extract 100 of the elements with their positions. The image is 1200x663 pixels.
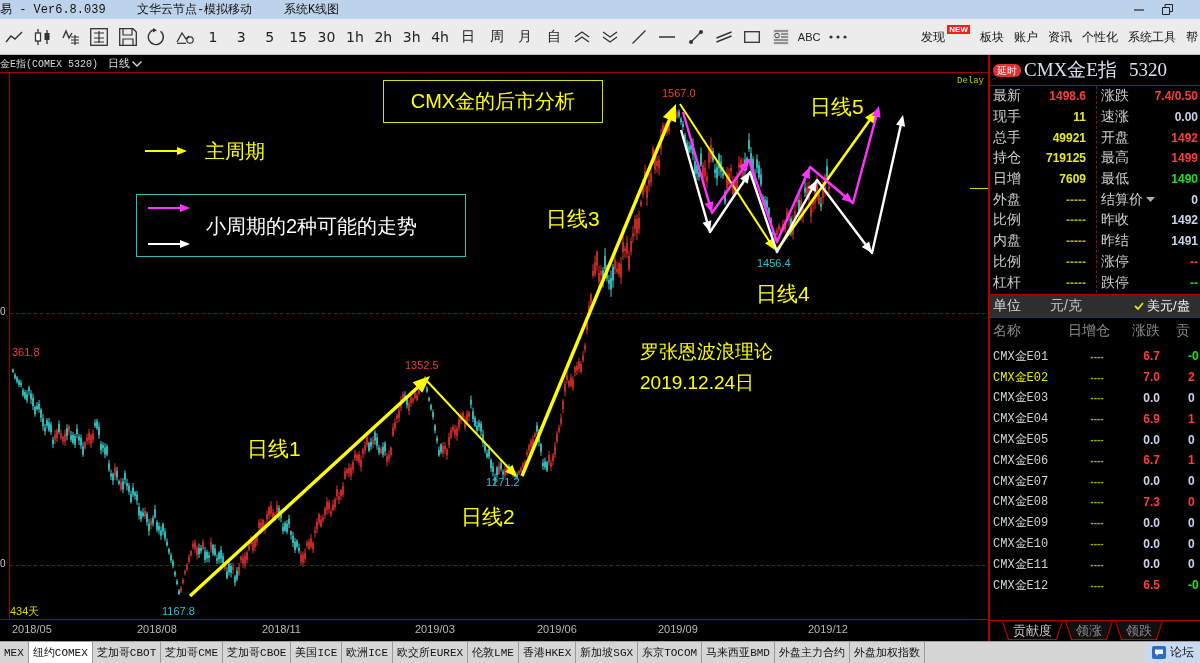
table-cell-text: 0 <box>1187 536 1195 551</box>
table-cell-text: ---- <box>1089 350 1104 362</box>
exchange-tab[interactable]: 欧洲ICE <box>342 642 394 663</box>
segment-icon[interactable] <box>688 29 703 44</box>
axis-label: 2019/03 <box>415 623 455 636</box>
more-icon[interactable] <box>828 34 847 39</box>
chevrons-down-icon[interactable] <box>602 30 619 43</box>
contract-name[interactable]: CMX金E03 <box>993 389 1049 407</box>
exchange-tab[interactable]: 芝加哥CME <box>161 642 224 663</box>
quote-label: 外盘 <box>993 190 1021 209</box>
exchange-tab[interactable]: 香港HKEX <box>518 642 577 663</box>
quote-value: 719125 <box>1045 151 1086 166</box>
table-cell-text: 0 <box>1187 432 1195 447</box>
menu-item[interactable]: 板块 <box>980 28 1004 45</box>
table-cell-text: 6.5 <box>1143 578 1161 593</box>
parallel-lines-icon[interactable] <box>715 30 732 43</box>
contract-title: CMX金E指 <box>1024 58 1117 82</box>
exchange-tab[interactable]: 美国ICE <box>291 642 343 663</box>
exchange-tab[interactable]: 马来西亚BMD <box>702 642 775 663</box>
exchange-tab[interactable]: MEX <box>0 642 29 663</box>
menu-item[interactable]: 个性化 <box>1082 28 1118 45</box>
contract-name[interactable]: CMX金E01 <box>993 347 1049 365</box>
diagonal-line-icon[interactable] <box>631 29 646 44</box>
panel-tab[interactable]: 领跌 <box>1115 621 1163 640</box>
table-cell-text: 0.0 <box>1143 391 1161 405</box>
panel-tab[interactable]: 贡献度 <box>1002 621 1063 640</box>
panel-tab[interactable]: 领涨 <box>1065 621 1113 640</box>
period-button[interactable]: 15 <box>283 23 313 50</box>
period-button[interactable]: 日 <box>454 23 483 50</box>
axis-label: 2019/12 <box>808 623 848 636</box>
table-cell-text: 0.0 <box>1143 474 1161 489</box>
quote-value: ----- <box>1066 275 1086 290</box>
exchange-tab[interactable]: 外盘主力合约 <box>774 642 850 663</box>
menu-item[interactable]: 账户 <box>1014 28 1038 45</box>
period-button[interactable]: 3 <box>227 23 256 50</box>
quote-value: 1499 <box>1171 151 1198 166</box>
exchange-tab[interactable]: 东京TOCOM <box>638 642 703 663</box>
contract-name[interactable]: CMX金E04 <box>993 410 1049 428</box>
exchange-tab[interactable]: 芝加哥CBOE <box>223 642 292 663</box>
menu-item[interactable]: 帮 <box>1186 28 1198 45</box>
column-header: 日增仓 <box>1067 322 1111 340</box>
text-lines-icon[interactable] <box>772 28 789 45</box>
line-chart-icon[interactable] <box>5 30 24 43</box>
contract-name[interactable]: CMX金E05 <box>993 431 1049 449</box>
horizontal-line-icon[interactable] <box>659 35 676 38</box>
zigzag-icon[interactable] <box>61 28 80 45</box>
menu-item[interactable]: 资讯 <box>1048 28 1072 45</box>
contract-name[interactable]: CMX金E08 <box>993 493 1049 511</box>
text-tool-button[interactable]: ABC <box>794 23 824 50</box>
contract-name[interactable]: CMX金E12 <box>993 576 1049 594</box>
period-button[interactable]: 30 <box>312 23 341 50</box>
period-button[interactable]: 4h <box>425 23 455 50</box>
chevrons-up-icon[interactable] <box>574 30 590 43</box>
contract-name[interactable]: CMX金E10 <box>993 535 1049 553</box>
caret-icon[interactable] <box>1146 197 1155 203</box>
quote-label: 开盘 <box>1101 128 1129 147</box>
quote-label: 比例 <box>993 211 1021 230</box>
period-button[interactable]: 1h <box>340 23 370 50</box>
minimize-icon[interactable] <box>1134 8 1144 11</box>
save-icon[interactable] <box>118 27 137 46</box>
contract-name[interactable]: CMX金E11 <box>993 555 1049 573</box>
period-button[interactable]: 5 <box>255 23 284 50</box>
axis-label: 2019/09 <box>658 623 698 636</box>
exchange-tab[interactable]: 外盘加权指数 <box>849 642 925 663</box>
rectangle-icon[interactable] <box>744 30 761 43</box>
exchange-tab[interactable]: 伦敦LME <box>468 642 519 663</box>
period-button[interactable]: 自 <box>539 23 568 50</box>
period-button[interactable]: 月 <box>511 23 540 50</box>
contract-name[interactable]: CMX金E09 <box>993 514 1049 532</box>
exchange-tab[interactable]: 新加坡SGX <box>576 642 639 663</box>
quote-label: 速涨 <box>1101 108 1129 127</box>
contract-name[interactable]: CMX金E02 <box>993 368 1049 386</box>
table-cell-text: ---- <box>1089 496 1104 508</box>
table-cell-text: 6.9 <box>1143 411 1161 426</box>
refresh-icon[interactable] <box>147 27 166 46</box>
exchange-tab[interactable]: 纽约COMEX <box>28 642 93 663</box>
quote-value: ----- <box>1066 192 1086 207</box>
wave-label: 日线5 <box>810 94 864 120</box>
period-button[interactable]: 3h <box>397 23 426 50</box>
day-count: 434天 <box>10 605 40 618</box>
period-button[interactable]: 1 <box>198 23 228 50</box>
unit-option[interactable]: 美元/盎 <box>1134 297 1190 315</box>
quote-label: 比例 <box>993 252 1021 271</box>
unit-label: 单位 <box>993 297 1022 315</box>
period-button[interactable]: 2h <box>369 23 398 50</box>
exchange-tab[interactable]: 欧交所EUREX <box>393 642 469 663</box>
forum-button[interactable]: 论坛 <box>1146 642 1200 663</box>
table-icon[interactable] <box>90 27 109 46</box>
menu-item[interactable]: 系统工具 <box>1128 28 1176 45</box>
contract-name[interactable]: CMX金E06 <box>993 451 1049 469</box>
table-cell-text: 0.0 <box>1143 515 1161 530</box>
table-cell-text: -0 <box>1187 578 1199 593</box>
period-button[interactable]: 周 <box>482 23 512 50</box>
period-dropdown[interactable]: 日线 <box>108 56 142 71</box>
candlestick-icon[interactable] <box>33 28 52 45</box>
exchange-tab[interactable]: 芝加哥CBOT <box>92 642 162 663</box>
restore-icon[interactable] <box>1162 4 1173 15</box>
contract-name[interactable]: CMX金E07 <box>993 472 1049 490</box>
unit-option[interactable]: 元/克 <box>1050 297 1134 315</box>
quote-label: 涨跌 <box>1101 87 1129 106</box>
